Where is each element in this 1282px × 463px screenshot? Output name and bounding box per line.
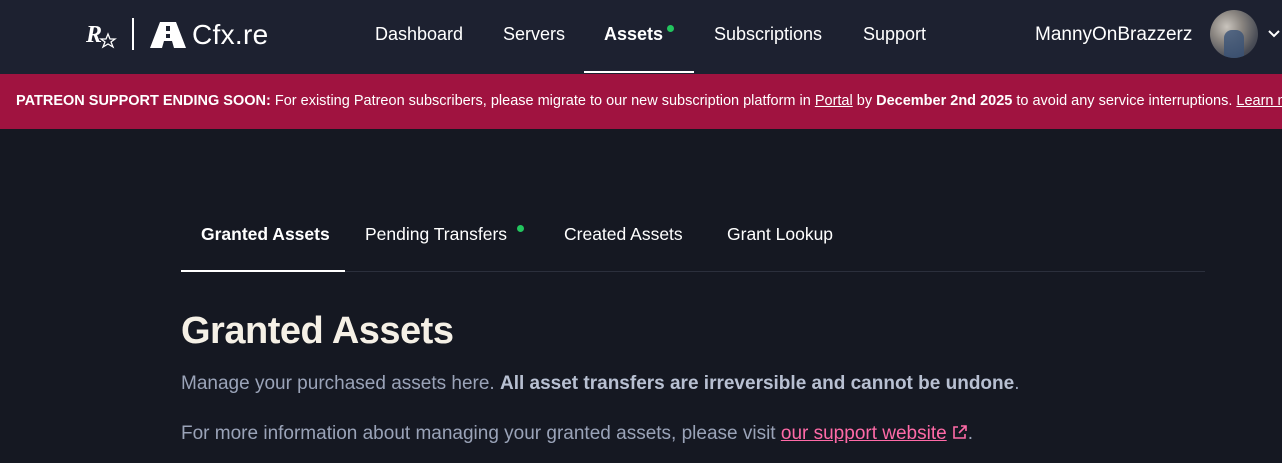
banner-text-before: For existing Patreon subscribers, please… xyxy=(270,93,815,109)
assets-description: Manage your purchased assets here. All a… xyxy=(181,373,1019,395)
avatar[interactable] xyxy=(1210,10,1258,58)
rockstar-logo-icon[interactable]: R xyxy=(85,20,118,50)
support-info-text: For more information about managing your… xyxy=(181,423,781,444)
banner-text-after: to avoid any service interruptions. xyxy=(1012,93,1237,109)
pending-transfers-indicator xyxy=(517,225,524,232)
chevron-down-icon[interactable] xyxy=(1266,26,1282,42)
external-link-icon xyxy=(952,425,967,439)
support-website-link[interactable]: our support website xyxy=(781,423,968,444)
username[interactable]: MannyOnBrazzerz xyxy=(1035,24,1192,46)
announcement-banner: PATREON SUPPORT ENDING SOON: For existin… xyxy=(0,74,1282,129)
nav-subscriptions[interactable]: Subscriptions xyxy=(714,24,822,48)
nav-assets[interactable]: Assets xyxy=(604,24,663,48)
description-text: Manage your purchased assets here. xyxy=(181,373,500,394)
svg-text:R: R xyxy=(86,22,102,48)
tab-granted-assets[interactable]: Granted Assets xyxy=(201,224,330,245)
banner-deadline: December 2nd 2025 xyxy=(876,93,1013,109)
learn-more-link[interactable]: Learn more xyxy=(1236,93,1282,109)
nav-assets-indicator xyxy=(667,25,674,32)
support-website-link-label: our support website xyxy=(780,423,947,444)
banner-text: PATREON SUPPORT ENDING SOON: For existin… xyxy=(16,93,1282,109)
nav-servers[interactable]: Servers xyxy=(503,24,565,48)
tab-active-underline xyxy=(181,270,345,272)
support-info-period: . xyxy=(967,423,973,444)
tab-created-assets[interactable]: Created Assets xyxy=(564,224,683,245)
cfx-logo-icon xyxy=(150,22,186,48)
tab-grant-lookup[interactable]: Grant Lookup xyxy=(727,224,833,245)
nav-active-underline xyxy=(584,71,694,73)
logo-divider xyxy=(132,18,134,50)
brand-name: Cfx.re xyxy=(192,19,269,50)
page-title: Granted Assets xyxy=(181,310,454,352)
support-info: For more information about managing your… xyxy=(181,423,973,445)
transfer-warning: All asset transfers are irreversible and… xyxy=(499,373,1015,394)
tab-pending-transfers[interactable]: Pending Transfers xyxy=(365,224,507,245)
cfx-logo[interactable]: Cfx.re xyxy=(150,19,269,50)
portal-link[interactable]: Portal xyxy=(815,93,853,109)
nav-support[interactable]: Support xyxy=(863,24,926,48)
banner-title: PATREON SUPPORT ENDING SOON: xyxy=(16,93,271,109)
nav-dashboard[interactable]: Dashboard xyxy=(375,24,463,48)
banner-text-by: by xyxy=(852,93,877,109)
description-period: . xyxy=(1014,373,1020,394)
